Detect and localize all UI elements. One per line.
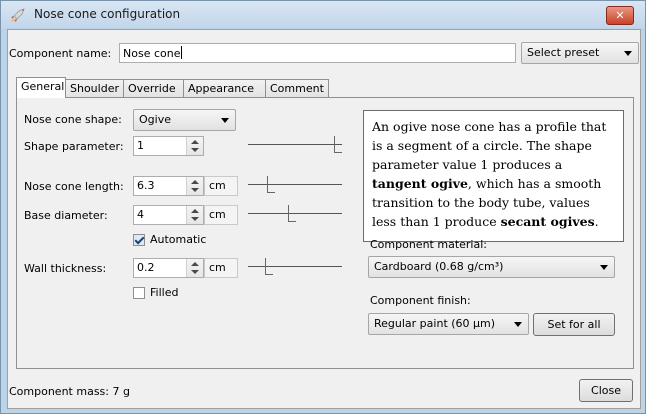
tab-general-label: General [21,80,65,93]
description-emphasis: secant ogives [500,214,595,229]
automatic-checkbox[interactable] [133,234,145,246]
shape-parameter-spinner[interactable]: 1 [133,136,204,156]
component-material-dropdown[interactable]: Cardboard (0.68 g/cm³) [368,256,615,278]
tab-shoulder[interactable]: Shoulder [65,79,124,97]
text-caret [181,46,183,59]
spin-down-icon[interactable] [191,148,199,152]
wall-thickness-spinner[interactable]: 0.2 [133,258,204,278]
nose-cone-length-label: Nose cone length: [24,180,124,193]
select-preset-label: Select preset [527,46,600,59]
spin-down-icon[interactable] [191,217,199,221]
slider-track [248,184,342,185]
spinner-buttons[interactable] [186,137,203,155]
automatic-label: Automatic [150,233,207,246]
titlebar[interactable]: Nose cone configuration ✕ [1,1,645,28]
base-diameter-value: 4 [137,208,144,221]
wall-thickness-label: Wall thickness: [24,262,107,275]
description-emphasis: tangent ogive [372,176,468,191]
chevron-down-icon [624,51,632,56]
select-preset-dropdown[interactable]: Select preset [521,42,639,64]
close-button[interactable]: Close [579,379,633,402]
shape-parameter-slider[interactable] [248,135,342,155]
slider-track [248,266,342,267]
dialog-window: Nose cone configuration ✕ Component name… [0,0,646,414]
chevron-down-icon [600,265,608,270]
diameter-unit-selector[interactable]: cm [204,205,238,225]
spin-down-icon[interactable] [191,188,199,192]
spinner-buttons[interactable] [186,206,203,224]
component-name-input[interactable]: Nose cone [119,43,516,63]
tab-override[interactable]: Override [123,79,184,97]
component-material-value: Cardboard (0.68 g/cm³) [374,260,504,273]
nose-cone-length-value: 6.3 [137,179,155,192]
nose-cone-shape-label: Nose cone shape: [24,113,122,126]
component-finish-value: Regular paint (60 µm) [374,317,496,330]
tab-shoulder-label: Shoulder [70,82,119,95]
description-text: An ogive nose cone has a profile that is… [372,119,607,172]
spin-up-icon[interactable] [191,262,199,266]
base-diameter-label: Base diameter: [24,209,108,222]
thickness-unit-selector[interactable]: cm [204,258,238,278]
component-mass-label: Component mass: 7 g [9,385,130,398]
tab-appearance-label: Appearance [188,82,255,95]
wall-thickness-slider[interactable] [248,257,342,277]
tab-general[interactable]: General [16,77,66,98]
spin-up-icon[interactable] [191,180,199,184]
spinner-buttons[interactable] [186,177,203,195]
component-name-label: Component name: [9,47,112,60]
dialog-body: Component name: Nose cone Select preset … [7,29,641,409]
nose-cone-shape-dropdown[interactable]: Ogive [133,109,236,131]
component-finish-label: Component finish: [370,294,471,307]
shape-description: An ogive nose cone has a profile that is… [363,110,624,242]
spin-down-icon[interactable] [191,270,199,274]
slider-track [248,144,342,145]
slider-thumb[interactable] [267,176,275,193]
filled-checkbox[interactable] [133,287,145,299]
slider-thumb[interactable] [265,258,273,275]
filled-label: Filled [150,286,179,299]
tab-comment[interactable]: Comment [265,79,329,97]
slider-thumb[interactable] [288,205,296,222]
wall-thickness-value: 0.2 [137,261,155,274]
nose-cone-length-slider[interactable] [248,175,342,195]
chevron-down-icon [514,322,522,327]
slider-thumb[interactable] [334,136,342,153]
set-for-all-button[interactable]: Set for all [533,313,615,336]
window-title: Nose cone configuration [34,7,181,21]
tab-appearance[interactable]: Appearance [183,79,266,97]
shape-parameter-label: Shape parameter: [24,140,124,153]
nose-cone-shape-value: Ogive [139,113,171,126]
component-finish-dropdown[interactable]: Regular paint (60 µm) [368,313,529,335]
component-material-label: Component material: [370,238,487,251]
chevron-down-icon [221,118,229,123]
shape-parameter-value: 1 [137,139,144,152]
tab-override-label: Override [128,82,176,95]
spinner-buttons[interactable] [186,259,203,277]
rocket-icon [11,8,25,22]
window-close-button[interactable]: ✕ [606,6,634,25]
spin-up-icon[interactable] [191,140,199,144]
tab-comment-label: Comment [270,82,324,95]
component-name-value: Nose cone [123,47,181,60]
base-diameter-spinner[interactable]: 4 [133,205,204,225]
base-diameter-slider[interactable] [248,204,342,224]
length-unit-selector[interactable]: cm [204,176,238,196]
spin-up-icon[interactable] [191,209,199,213]
nose-cone-length-spinner[interactable]: 6.3 [133,176,204,196]
description-text: . [594,214,599,229]
